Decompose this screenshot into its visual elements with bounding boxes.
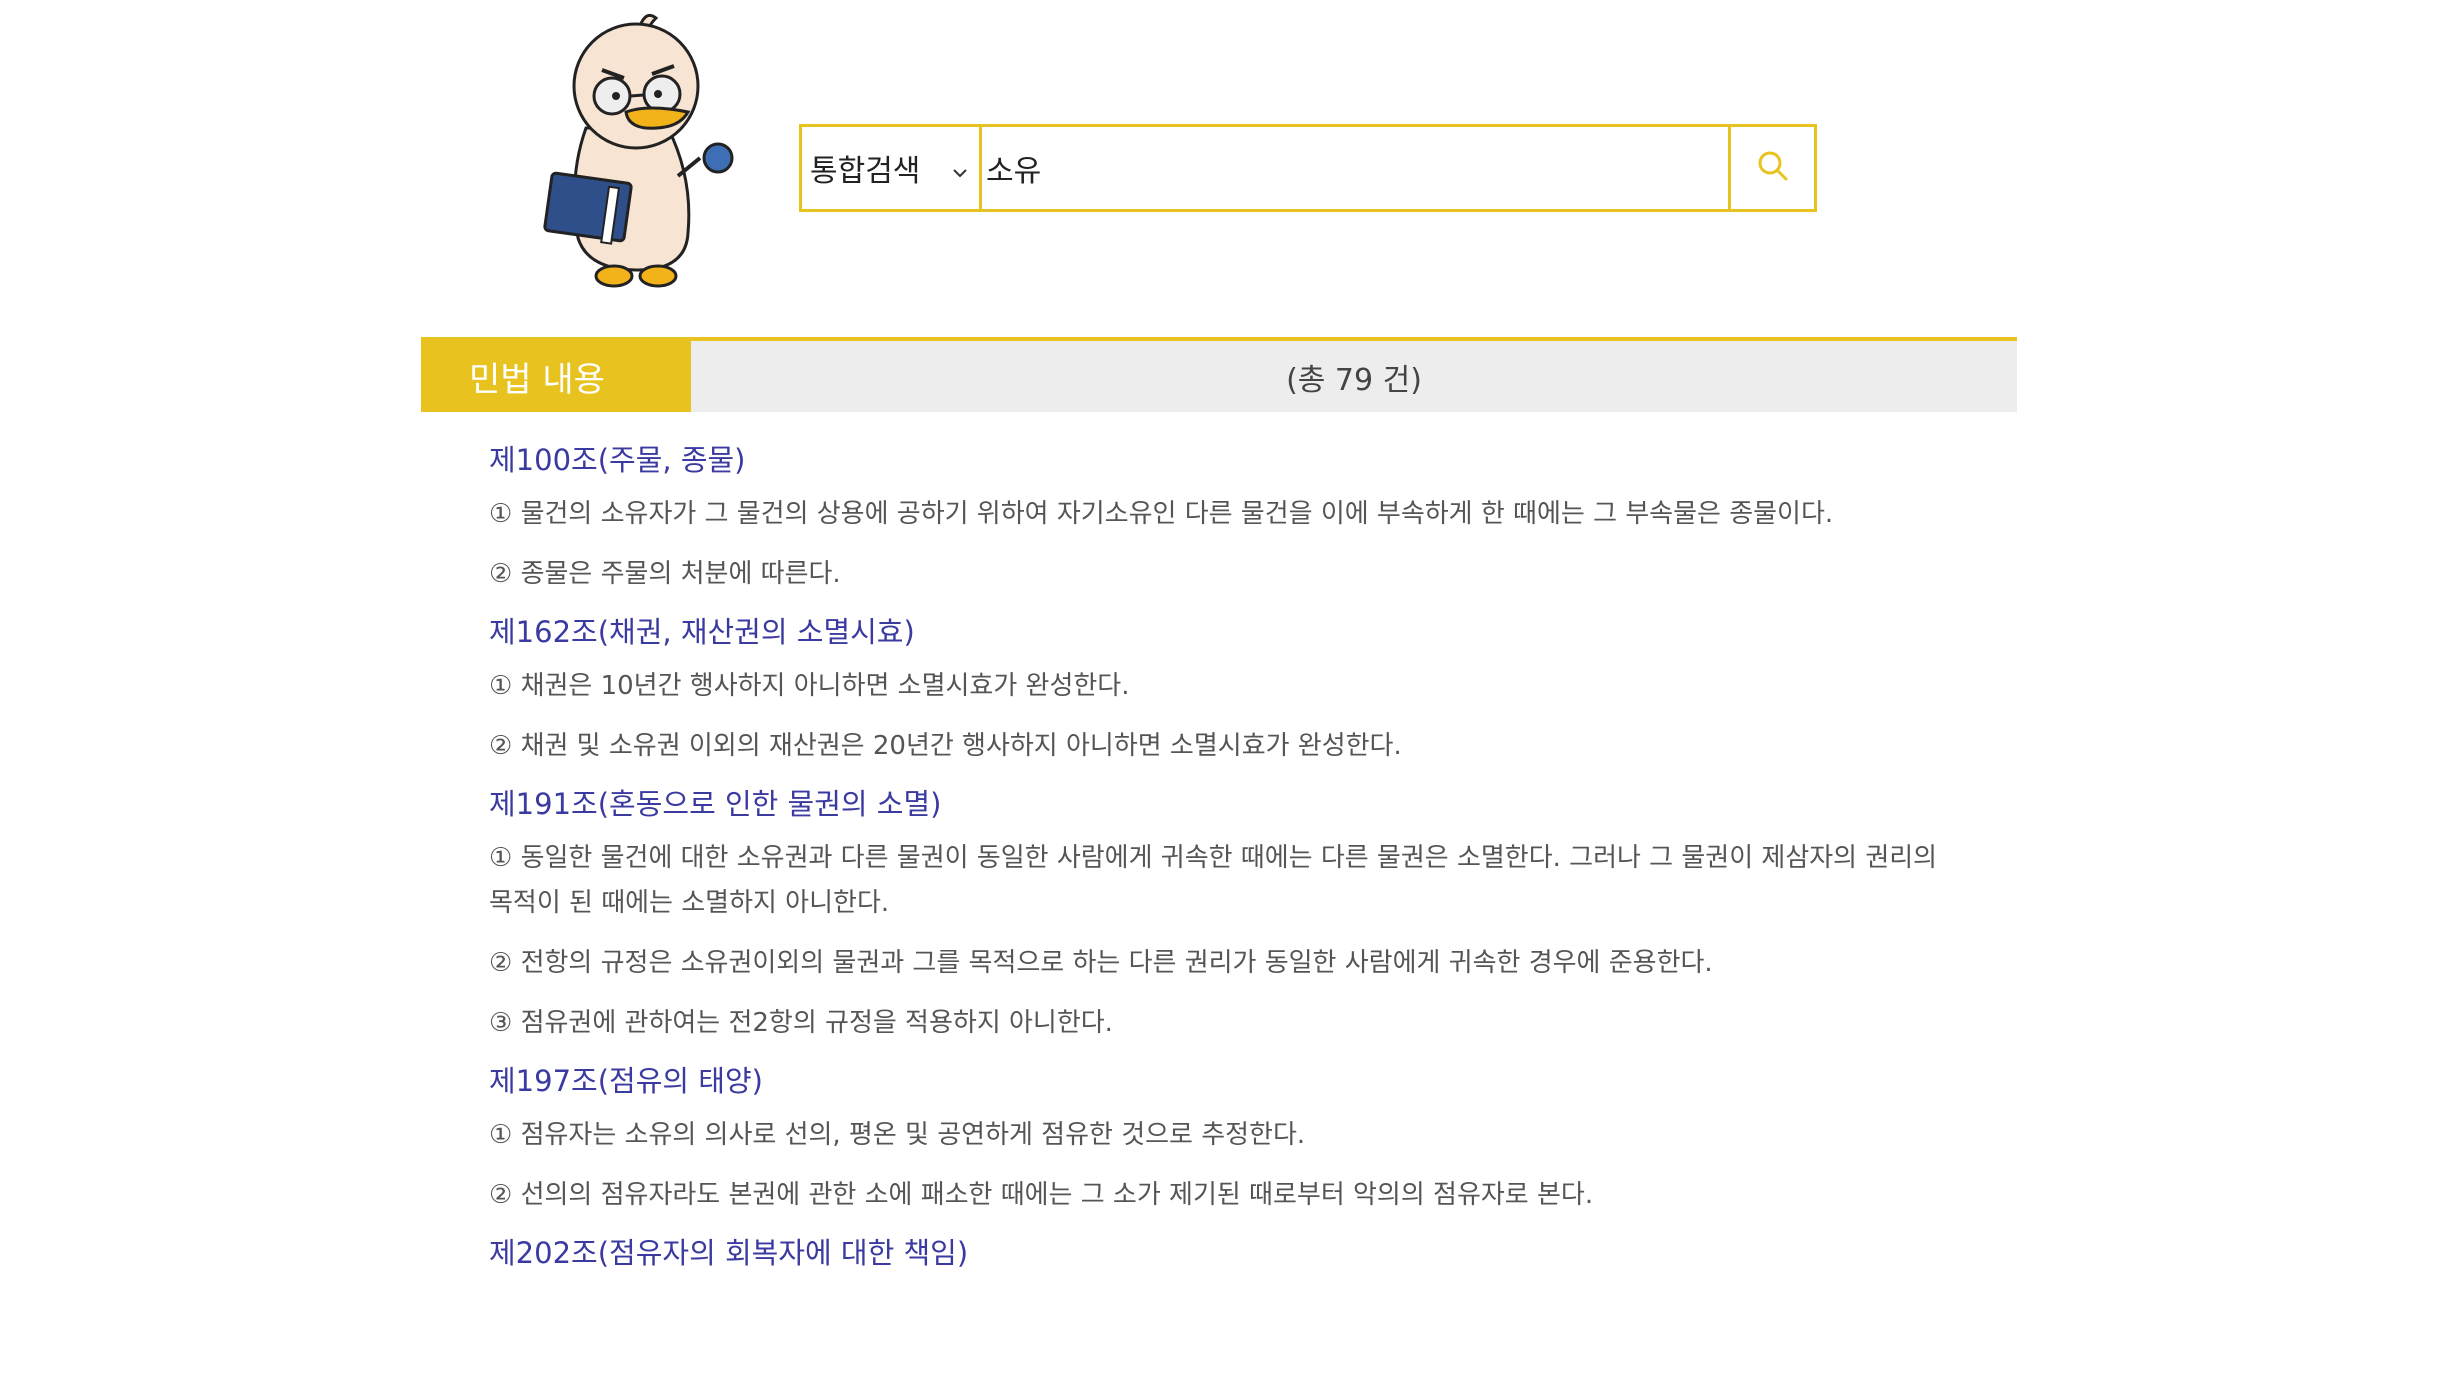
article-item: 제202조(점유자의 회복자에 대한 책임) (489, 1233, 1969, 1273)
section-title: 민법 내용 (421, 341, 691, 412)
article-item: 제162조(채권, 재산권의 소멸시효) ① 채권은 10년간 행사하지 아니하… (489, 612, 1969, 769)
article-paragraph: ② 선의의 점유자라도 본권에 관한 소에 패소한 때에는 그 소가 제기된 때… (489, 1180, 1594, 1210)
search-icon (1756, 149, 1790, 187)
article-item: 제197조(점유의 태양) ① 점유자는 소유의 의사로 선의, 평온 및 공연… (489, 1061, 1969, 1218)
article-paragraph: ① 점유자는 소유의 의사로 선의, 평온 및 공연하게 점유한 것으로 추정한… (489, 1120, 1306, 1150)
article-title-link[interactable]: 제197조(점유의 태양) (489, 1061, 1969, 1101)
chevron-down-icon (949, 157, 971, 179)
article-paragraph: ① 채권은 10년간 행사하지 아니하면 소멸시효가 완성한다. (489, 671, 1130, 701)
article-paragraph: ② 채권 및 소유권 이외의 재산권은 20년간 행사하지 아니하면 소멸시효가… (489, 731, 1402, 761)
article-paragraph: ① 동일한 물건에 대한 소유권과 다른 물권이 동일한 사람에게 귀속한 때에… (489, 843, 1938, 918)
search-bar: 통합검색 (799, 124, 1817, 212)
article-paragraph: ② 전항의 규정은 소유권이외의 물권과 그를 목적으로 하는 다른 권리가 동… (489, 948, 1713, 978)
result-count: (총 79 건) (1286, 362, 1422, 398)
article-list: 제100조(주물, 종물) ① 물건의 소유자가 그 물건의 상용에 공하기 위… (489, 440, 1969, 1285)
article-title-link[interactable]: 제162조(채권, 재산권의 소멸시효) (489, 612, 1969, 652)
article-paragraph: ① 물건의 소유자가 그 물건의 상용에 공하기 위하여 자기소유인 다른 물건… (489, 499, 1834, 529)
results-header: 민법 내용 (총 79 건) (421, 337, 2017, 412)
article-item: 제100조(주물, 종물) ① 물건의 소유자가 그 물건의 상용에 공하기 위… (489, 440, 1969, 597)
search-category-label: 통합검색 (810, 154, 921, 189)
search-button[interactable] (1728, 127, 1814, 209)
article-title-link[interactable]: 제100조(주물, 종물) (489, 440, 1969, 480)
article-paragraph: ② 종물은 주물의 처분에 따른다. (489, 559, 841, 589)
article-title-link[interactable]: 제191조(혼동으로 인한 물권의 소멸) (489, 784, 1969, 824)
search-category-select[interactable]: 통합검색 (802, 127, 982, 209)
search-input[interactable] (982, 127, 1728, 209)
duck-mascot-illustration (528, 8, 748, 293)
article-title-link[interactable]: 제202조(점유자의 회복자에 대한 책임) (489, 1233, 1969, 1273)
article-item: 제191조(혼동으로 인한 물권의 소멸) ① 동일한 물건에 대한 소유권과 … (489, 784, 1969, 1046)
article-paragraph: ③ 점유권에 관하여는 전2항의 규정을 적용하지 아니한다. (489, 1008, 1113, 1038)
